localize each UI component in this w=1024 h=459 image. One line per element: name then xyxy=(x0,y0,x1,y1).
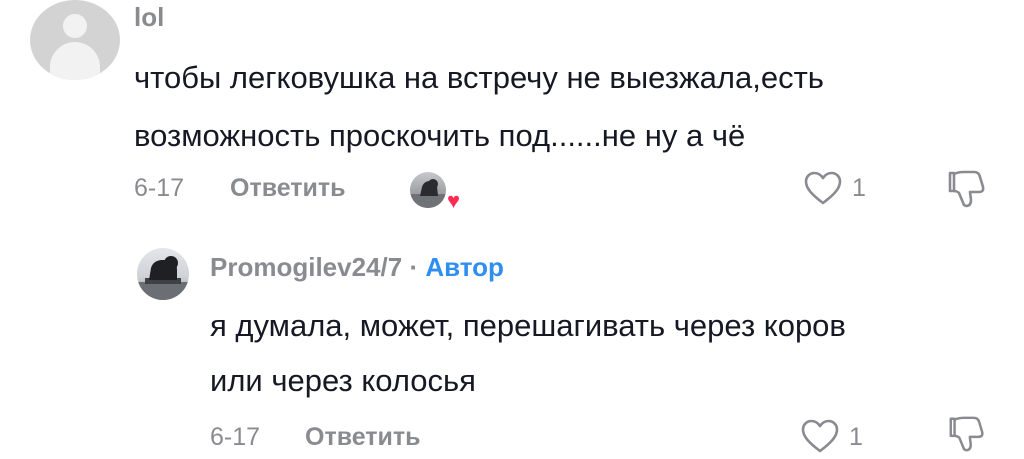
like-count: 1 xyxy=(849,423,863,451)
comment-text-line: я думала, может, перешагивать через коро… xyxy=(210,308,846,343)
dislike-thumbs-down-icon[interactable] xyxy=(944,414,988,459)
separator-dot: · xyxy=(409,252,419,282)
comment-text-line: или через колосья xyxy=(210,363,476,398)
comment-date: 6-17 xyxy=(210,423,261,451)
reply-button[interactable]: Ответить xyxy=(305,423,421,452)
comment-2: Promogilev24/7 · Автор я думала, может, … xyxy=(0,0,1024,455)
like-heart-icon[interactable] xyxy=(800,418,840,459)
author-badge: Автор xyxy=(425,252,504,282)
avatar[interactable] xyxy=(137,248,189,300)
reply-header: Promogilev24/7 · Автор xyxy=(210,252,504,282)
comment-username[interactable]: Promogilev24/7 xyxy=(210,252,402,282)
